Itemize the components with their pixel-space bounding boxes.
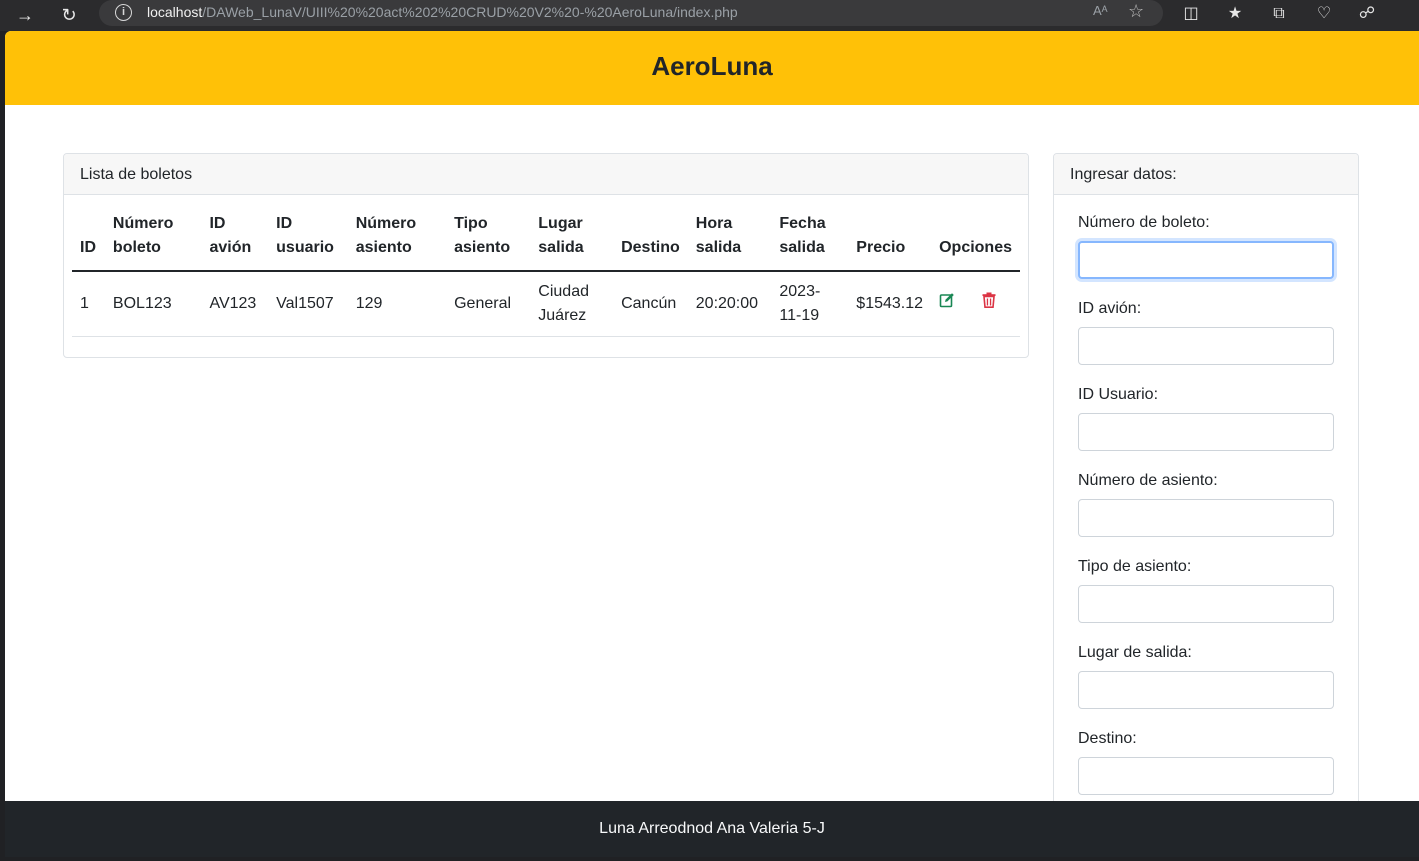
col-tipo-asiento: Tipo asiento [446,203,531,272]
col-hora-salida: Hora salida [687,203,772,272]
cell-numero-asiento: 129 [347,271,447,337]
id-avion-label: ID avión: [1078,300,1142,317]
tickets-card: Lista de boletos ID Número boleto ID avi… [63,153,1029,358]
favorites-icon[interactable]: ★ [1222,1,1248,27]
browser-toolbar: → ↻ i localhost/DAWeb_LunaV/UIII%20%20ac… [0,0,1419,31]
table-header-row: ID Número boleto ID avión ID usuario Núm… [72,203,1020,272]
id-usuario-label: ID Usuario: [1078,386,1159,403]
forward-icon[interactable]: → [12,2,38,28]
page-viewport: AeroLuna Lista de boletos ID Número bole… [5,31,1419,857]
collections-icon[interactable]: ⧉ [1266,1,1292,27]
numero-boleto-label: Número de boleto: [1078,214,1210,231]
cell-tipo-asiento: General [446,271,531,337]
ticket-form: Número de boleto: ID avión: ID Usuario: … [1078,211,1334,813]
numero-asiento-input[interactable] [1078,499,1334,537]
col-numero-boleto: Número boleto [104,203,202,272]
favorite-star-icon[interactable]: ☆ [1128,1,1144,22]
url-text[interactable]: localhost/DAWeb_LunaV/UIII%20%20act%202%… [147,4,738,20]
address-bar[interactable]: i localhost/DAWeb_LunaV/UIII%20%20act%20… [99,0,1163,26]
numero-asiento-label: Número de asiento: [1078,472,1218,489]
input-form-card: Ingresar datos: Número de boleto: ID avi… [1053,153,1359,857]
destino-input[interactable] [1078,757,1334,795]
split-screen-icon[interactable]: ◫ [1178,1,1204,27]
site-title: AeroLuna [651,51,773,81]
field-tipo-asiento: Tipo de asiento: [1078,555,1334,641]
site-info-icon[interactable]: i [115,4,132,21]
tipo-asiento-input[interactable] [1078,585,1334,623]
field-id-usuario: ID Usuario: [1078,383,1334,469]
field-numero-boleto: Número de boleto: [1078,211,1334,297]
cell-hora-salida: 20:20:00 [687,271,772,337]
cell-precio: $1543.12 [848,271,932,337]
cell-id-usuario: Val1507 [268,271,348,337]
reload-icon[interactable]: ↻ [56,2,82,28]
cell-numero-boleto: BOL123 [104,271,202,337]
tickets-card-title: Lista de boletos [64,154,1028,195]
tickets-table: ID Número boleto ID avión ID usuario Núm… [72,203,1020,337]
lugar-salida-input[interactable] [1078,671,1334,709]
col-opciones: Opciones [931,203,1020,272]
cell-fecha-salida: 2023-11-19 [771,271,849,337]
id-avion-input[interactable] [1078,327,1334,365]
col-numero-asiento: Número asiento [347,203,447,272]
numero-boleto-input[interactable] [1078,241,1334,279]
id-usuario-input[interactable] [1078,413,1334,451]
cell-opciones [931,271,1020,337]
field-id-avion: ID avión: [1078,297,1334,383]
edge-icon[interactable]: ☍ [1354,1,1380,27]
field-lugar-salida: Lugar de salida: [1078,641,1334,727]
cell-destino: Cancún [613,271,688,337]
delete-icon[interactable] [982,292,996,316]
col-id-avion: ID avión [201,203,269,272]
cell-id: 1 [72,271,105,337]
tipo-asiento-label: Tipo de asiento: [1078,558,1192,575]
col-fecha-salida: Fecha salida [771,203,849,272]
destino-label: Destino: [1078,730,1137,747]
edit-icon[interactable] [939,292,955,316]
lugar-salida-label: Lugar de salida: [1078,644,1192,661]
col-lugar-salida: Lugar salida [530,203,614,272]
col-precio: Precio [848,203,932,272]
col-id-usuario: ID usuario [268,203,348,272]
cell-lugar-salida: Ciudad Juárez [530,271,614,337]
site-header: AeroLuna [5,31,1419,105]
field-numero-asiento: Número de asiento: [1078,469,1334,555]
browser-essentials-icon[interactable]: ♡ [1311,1,1337,27]
table-row: 1 BOL123 AV123 Val1507 129 General Ciuda… [72,271,1020,337]
read-aloud-icon[interactable]: Aᴬ [1093,3,1108,18]
site-footer: Luna Arreodnod Ana Valeria 5-J [5,801,1419,857]
col-destino: Destino [613,203,688,272]
cell-id-avion: AV123 [201,271,269,337]
form-card-title: Ingresar datos: [1054,154,1358,195]
col-id: ID [72,203,105,272]
